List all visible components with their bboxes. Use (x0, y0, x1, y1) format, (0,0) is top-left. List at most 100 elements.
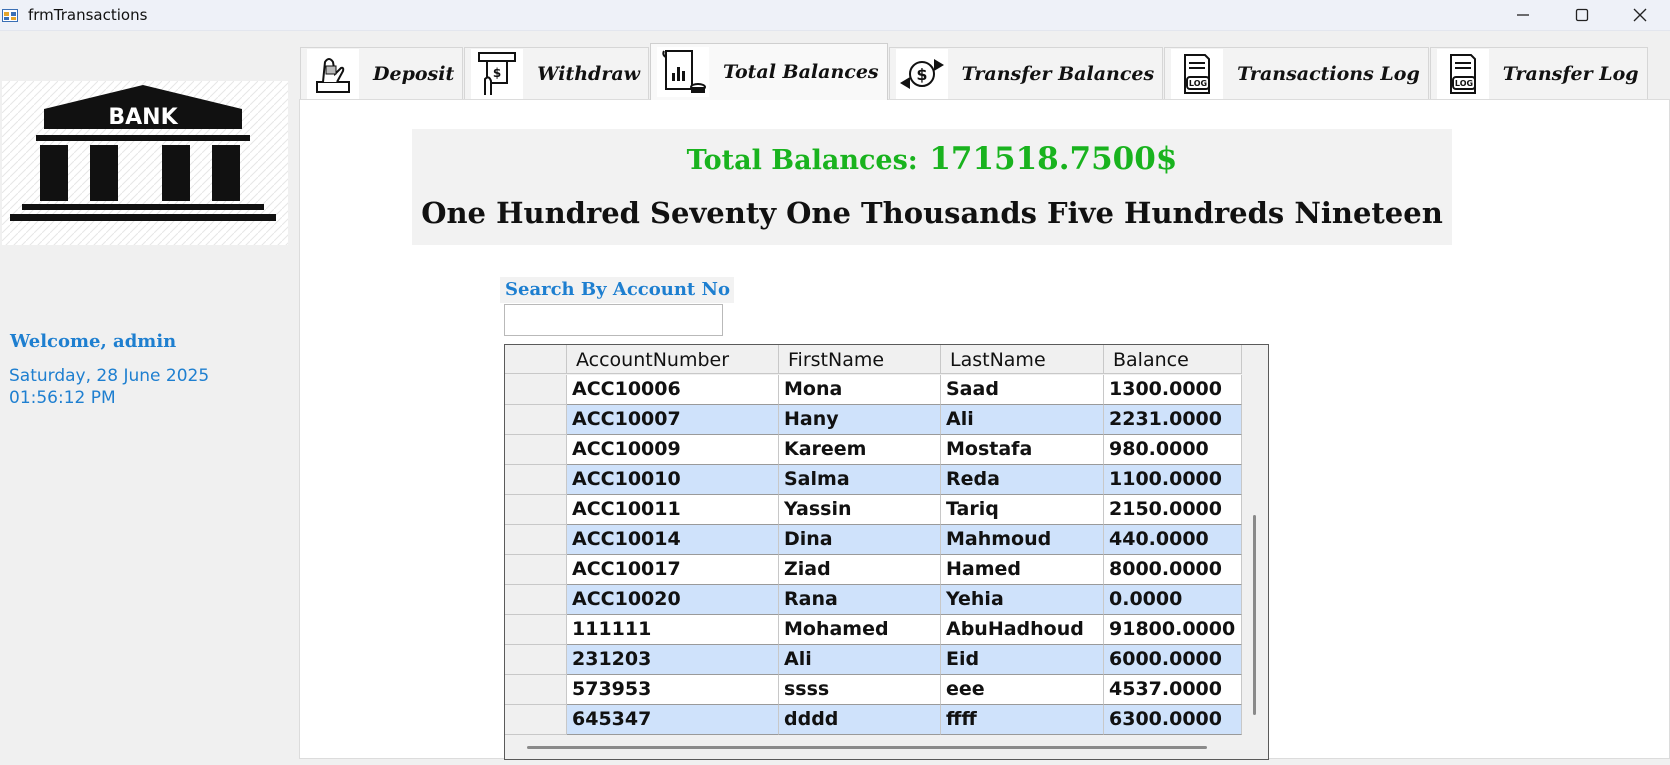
table-cell[interactable]: ACC10006 (567, 375, 779, 405)
table-cell[interactable]: Mahmoud (941, 525, 1104, 555)
column-header[interactable]: AccountNumber (567, 345, 779, 374)
column-header[interactable]: Balance (1104, 345, 1242, 374)
window-title: frmTransactions (28, 6, 148, 24)
tab-transfer-balances[interactable]: $ Transfer Balances (888, 47, 1164, 100)
table-cell[interactable]: ACC10010 (567, 465, 779, 495)
table-cell[interactable]: 6300.0000 (1104, 705, 1242, 735)
table-cell[interactable]: Ziad (779, 555, 941, 585)
table-cell[interactable]: 231203 (567, 645, 779, 675)
tab-transactions-log[interactable]: LOG Transactions Log (1164, 47, 1429, 100)
table-row[interactable]: ACC10010 Salma Reda 1100.0000 (505, 465, 1242, 495)
row-header[interactable] (505, 405, 567, 435)
table-cell[interactable]: Salma (779, 465, 941, 495)
table-cell[interactable]: dddd (779, 705, 941, 735)
side-panel: BANK Welcome, admin Saturday, 28 June 20… (0, 31, 292, 765)
bank-logo: BANK (2, 81, 288, 245)
row-header[interactable] (505, 435, 567, 465)
search-account-input[interactable] (504, 304, 723, 336)
table-cell[interactable]: AbuHadhoud (941, 615, 1104, 645)
table-cell[interactable]: 0.0000 (1104, 585, 1242, 615)
row-header[interactable] (505, 705, 567, 735)
table-cell[interactable]: Hany (779, 405, 941, 435)
table-cell[interactable]: Ali (941, 405, 1104, 435)
table-cell[interactable]: ACC10014 (567, 525, 779, 555)
table-cell[interactable]: ACC10017 (567, 555, 779, 585)
table-row[interactable]: ACC10014 Dina Mahmoud 440.0000 (505, 525, 1242, 555)
table-cell[interactable]: eee (941, 675, 1104, 705)
minimize-button[interactable] (1494, 0, 1552, 30)
row-header[interactable] (505, 375, 567, 405)
table-cell[interactable]: ACC10007 (567, 405, 779, 435)
table-cell[interactable]: Kareem (779, 435, 941, 465)
table-cell[interactable]: 645347 (567, 705, 779, 735)
table-cell[interactable]: ACC10011 (567, 495, 779, 525)
table-cell[interactable]: Dina (779, 525, 941, 555)
tab-deposit[interactable]: Deposit (300, 47, 464, 100)
vertical-scrollbar[interactable] (1242, 345, 1268, 735)
deposit-icon (307, 49, 359, 99)
table-cell[interactable]: Reda (941, 465, 1104, 495)
table-cell[interactable]: 1100.0000 (1104, 465, 1242, 495)
table-row[interactable]: 231203 Ali Eid 6000.0000 (505, 645, 1242, 675)
table-cell[interactable]: 91800.0000 (1104, 615, 1242, 645)
table-row[interactable]: ACC10006 Mona Saad 1300.0000 (505, 375, 1242, 405)
tab-withdraw[interactable]: $ Withdraw (464, 47, 649, 100)
table-cell[interactable]: 980.0000 (1104, 435, 1242, 465)
table-cell[interactable]: Mohamed (779, 615, 941, 645)
vertical-scroll-thumb[interactable] (1253, 515, 1256, 715)
table-cell[interactable]: Ali (779, 645, 941, 675)
tab-total-balances[interactable]: Total Balances (650, 43, 888, 100)
table-cell[interactable]: Tariq (941, 495, 1104, 525)
table-cell[interactable]: ACC10009 (567, 435, 779, 465)
table-cell[interactable]: 111111 (567, 615, 779, 645)
table-row[interactable]: ACC10007 Hany Ali 2231.0000 (505, 405, 1242, 435)
welcome-text: Welcome, admin (10, 331, 177, 352)
row-header[interactable] (505, 675, 567, 705)
table-row[interactable]: 111111 Mohamed AbuHadhoud 91800.0000 (505, 615, 1242, 645)
row-header[interactable] (505, 495, 567, 525)
table-cell[interactable]: ssss (779, 675, 941, 705)
table-row[interactable]: 645347 dddd ffff 6300.0000 (505, 705, 1242, 735)
table-cell[interactable]: Yassin (779, 495, 941, 525)
table-row[interactable]: ACC10020 Rana Yehia 0.0000 (505, 585, 1242, 615)
row-header[interactable] (505, 555, 567, 585)
column-header[interactable]: FirstName (779, 345, 941, 374)
table-cell[interactable]: Mostafa (941, 435, 1104, 465)
row-header[interactable] (505, 615, 567, 645)
table-cell[interactable]: Hamed (941, 555, 1104, 585)
table-cell[interactable]: Mona (779, 375, 941, 405)
maximize-button[interactable] (1553, 0, 1611, 30)
row-header[interactable] (505, 525, 567, 555)
table-row[interactable]: ACC10011 Yassin Tariq 2150.0000 (505, 495, 1242, 525)
table-cell[interactable]: ACC10020 (567, 585, 779, 615)
log-document-icon: LOG (1171, 49, 1224, 99)
tab-strip: Deposit $ Withdraw Total Balances $ Tran… (300, 43, 1649, 100)
row-header[interactable] (505, 645, 567, 675)
table-cell[interactable]: 440.0000 (1104, 525, 1242, 555)
table-row[interactable]: ACC10017 Ziad Hamed 8000.0000 (505, 555, 1242, 585)
accounts-grid[interactable]: AccountNumber FirstName LastName Balance… (504, 344, 1269, 760)
app-icon[interactable] (2, 7, 18, 23)
tab-transfer-log[interactable]: LOG Transfer Log (1429, 47, 1648, 100)
table-cell[interactable]: Saad (941, 375, 1104, 405)
row-header[interactable] (505, 465, 567, 495)
table-cell[interactable]: ffff (941, 705, 1104, 735)
table-cell[interactable]: Yehia (941, 585, 1104, 615)
table-cell[interactable]: 573953 (567, 675, 779, 705)
table-cell[interactable]: 6000.0000 (1104, 645, 1242, 675)
horizontal-scroll-thumb[interactable] (527, 746, 1207, 749)
table-cell[interactable]: Rana (779, 585, 941, 615)
table-cell[interactable]: 1300.0000 (1104, 375, 1242, 405)
table-cell[interactable]: Eid (941, 645, 1104, 675)
row-header[interactable] (505, 585, 567, 615)
table-row[interactable]: 573953 ssss eee 4537.0000 (505, 675, 1242, 705)
column-header[interactable]: LastName (941, 345, 1104, 374)
horizontal-scrollbar[interactable] (505, 735, 1268, 759)
close-button[interactable] (1611, 0, 1669, 30)
table-row[interactable]: ACC10009 Kareem Mostafa 980.0000 (505, 435, 1242, 465)
table-cell[interactable]: 2231.0000 (1104, 405, 1242, 435)
table-cell[interactable]: 4537.0000 (1104, 675, 1242, 705)
table-cell[interactable]: 2150.0000 (1104, 495, 1242, 525)
table-cell[interactable]: 8000.0000 (1104, 555, 1242, 585)
search-label: Search By Account No (500, 277, 734, 303)
